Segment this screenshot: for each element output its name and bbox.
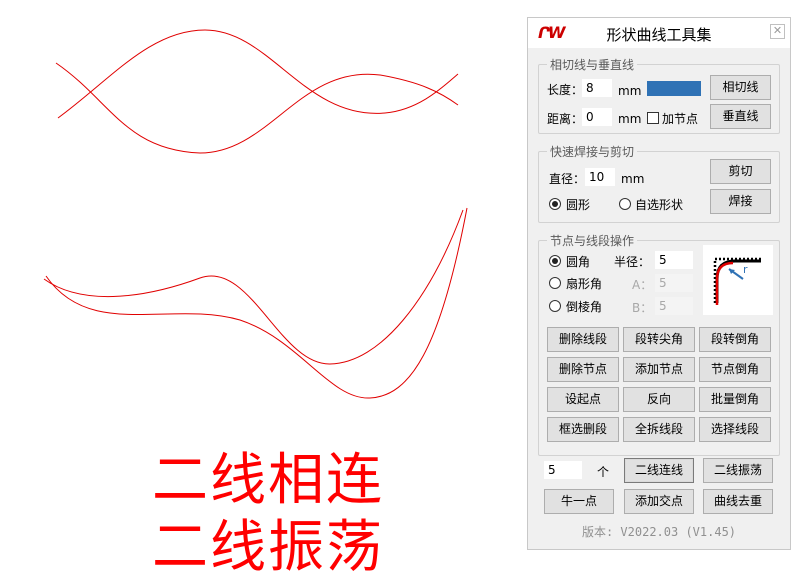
circle-radio[interactable]	[549, 198, 561, 210]
distance-input[interactable]: 0	[582, 108, 612, 126]
curve-dedupe-button[interactable]: 曲线去重	[703, 489, 773, 514]
reverse-button[interactable]: 反向	[623, 387, 695, 412]
add-intersection-button[interactable]: 添加交点	[624, 489, 694, 514]
top-curve-a	[55, 62, 459, 154]
count-unit: 个	[597, 465, 610, 479]
panel-title: 形状曲线工具集	[606, 26, 712, 44]
circle-label: 圆形	[566, 198, 591, 212]
add-node-button[interactable]: 添加节点	[623, 357, 695, 382]
fillet-preview: r	[703, 245, 773, 315]
delete-node-button[interactable]: 删除节点	[547, 357, 619, 382]
two-line-oscillate-button[interactable]: 二线振荡	[703, 458, 773, 483]
count-input[interactable]: 5	[544, 461, 582, 479]
a-label: A：	[632, 278, 653, 292]
custom-shape-radio[interactable]	[619, 198, 631, 210]
length-input[interactable]: 8	[582, 79, 612, 97]
bottom-curve-b	[45, 207, 468, 399]
diameter-input[interactable]: 10	[585, 168, 615, 186]
weld-group-legend: 快速焊接与剪切	[550, 145, 635, 159]
tangent-group-legend: 相切线与垂直线	[550, 58, 635, 72]
one-point-button[interactable]: 牛一点	[544, 489, 614, 514]
cut-button[interactable]: 剪切	[710, 159, 771, 184]
b-label: B：	[632, 301, 653, 315]
tangent-button[interactable]: 相切线	[710, 75, 771, 100]
node-group-legend: 节点与线段操作	[550, 234, 635, 248]
top-curve-b	[57, 29, 459, 119]
add-node-checkbox[interactable]	[647, 112, 659, 124]
headline-line-2: 二线振荡	[152, 515, 384, 580]
node-chamfer-button[interactable]: 节点倒角	[699, 357, 771, 382]
distance-unit: mm	[618, 112, 642, 126]
weld-button[interactable]: 焊接	[710, 189, 771, 214]
batch-chamfer-button[interactable]: 批量倒角	[699, 387, 771, 412]
fan-radio[interactable]	[549, 277, 561, 289]
two-line-connect-button[interactable]: 二线连线	[624, 458, 694, 483]
length-unit: mm	[618, 84, 642, 98]
select-segment-button[interactable]: 选择线段	[699, 417, 771, 442]
distance-label: 距离：	[547, 112, 584, 126]
fan-label: 扇形角	[566, 277, 603, 291]
segment-to-chamfer-button[interactable]: 段转倒角	[699, 327, 771, 352]
segment-to-sharp-button[interactable]: 段转尖角	[623, 327, 695, 352]
add-node-label: 加节点	[662, 112, 699, 126]
diameter-label: 直径：	[549, 172, 586, 186]
preview-radius-label: r	[743, 263, 748, 276]
tool-panel: ՐW 形状曲线工具集 ✕ 相切线与垂直线 长度： 8 mm 相切线 距离： 0 …	[527, 17, 791, 550]
a-input[interactable]: 5	[655, 274, 693, 292]
radius-label: 半径：	[614, 255, 651, 269]
split-all-segments-button[interactable]: 全拆线段	[623, 417, 695, 442]
close-icon[interactable]: ✕	[770, 24, 785, 39]
panel-titlebar: ՐW 形状曲线工具集 ✕	[528, 18, 790, 48]
vertical-button[interactable]: 垂直线	[710, 104, 771, 129]
chamfer-radio[interactable]	[549, 300, 561, 312]
bottom-curve-a	[43, 209, 464, 365]
delete-segment-button[interactable]: 删除线段	[547, 327, 619, 352]
round-radio[interactable]	[549, 255, 561, 267]
length-label: 长度：	[547, 83, 584, 97]
headline-line-1: 二线相连	[152, 448, 384, 513]
set-start-button[interactable]: 设起点	[547, 387, 619, 412]
fillet-preview-icon: r	[713, 257, 761, 305]
custom-shape-label: 自选形状	[635, 198, 684, 212]
box-delete-segment-button[interactable]: 框选删段	[547, 417, 619, 442]
round-label: 圆角	[566, 255, 591, 269]
radius-input[interactable]: 5	[655, 251, 693, 269]
chamfer-label: 倒棱角	[566, 300, 603, 314]
b-input[interactable]: 5	[655, 297, 693, 315]
version-label: 版本: V2022.03 (V1.45)	[581, 525, 737, 539]
color-swatch[interactable]	[647, 81, 701, 96]
diameter-unit: mm	[621, 172, 645, 186]
